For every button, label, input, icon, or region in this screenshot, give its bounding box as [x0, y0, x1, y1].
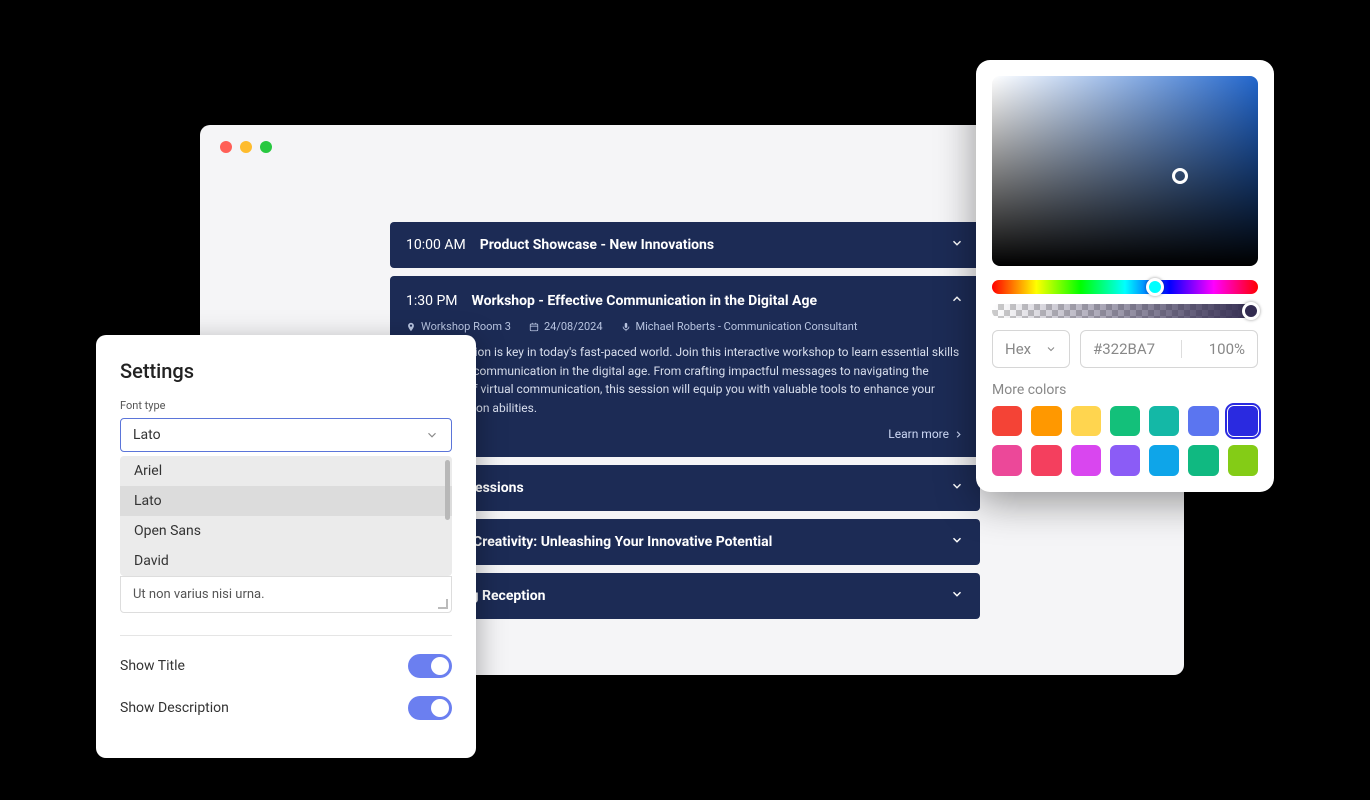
- color-gradient-area[interactable]: [992, 76, 1258, 266]
- alpha-slider[interactable]: [992, 304, 1258, 318]
- resize-handle-icon[interactable]: [438, 599, 448, 609]
- font-type-dropdown: Ariel Lato Open Sans David: [120, 456, 452, 576]
- window-minimize-button[interactable]: [240, 141, 252, 153]
- mic-icon: [621, 322, 631, 332]
- agenda-item[interactable]: 10:00 AM Product Showcase - New Innovati…: [390, 222, 980, 268]
- chevron-down-icon: [950, 587, 964, 605]
- show-description-toggle[interactable]: [408, 696, 452, 720]
- font-option[interactable]: Lato: [120, 486, 452, 516]
- agenda-item[interactable]: The Art of Creativity: Unleashing Your I…: [390, 519, 980, 565]
- hue-handle-icon[interactable]: [1146, 278, 1164, 296]
- gradient-cursor-icon[interactable]: [1172, 168, 1188, 184]
- agenda-time: 10:00 AM: [406, 237, 466, 253]
- chevron-down-icon: [1045, 343, 1057, 355]
- dropdown-scrollbar[interactable]: [445, 460, 450, 520]
- chevron-up-icon[interactable]: [950, 292, 964, 310]
- agenda-time: 1:30 PM: [406, 293, 458, 309]
- color-swatch[interactable]: [1031, 445, 1061, 475]
- color-swatch[interactable]: [1188, 406, 1218, 436]
- window-close-button[interactable]: [220, 141, 232, 153]
- color-swatch[interactable]: [1149, 445, 1179, 475]
- font-option[interactable]: David: [120, 546, 452, 576]
- color-picker-panel: Hex #322BA7 100% More colors: [976, 60, 1274, 492]
- color-value-input[interactable]: #322BA7 100%: [1080, 330, 1258, 368]
- color-swatch[interactable]: [1071, 406, 1101, 436]
- settings-heading: Settings: [120, 359, 452, 383]
- agenda-description: Communication is key in today's fast-pac…: [406, 343, 964, 417]
- divider: [120, 635, 452, 636]
- location-icon: [406, 322, 416, 332]
- chevron-down-icon: [950, 533, 964, 551]
- textarea-field[interactable]: Ut non varius nisi urna.: [120, 576, 452, 613]
- more-colors-label: More colors: [992, 382, 1258, 398]
- color-swatch[interactable]: [1110, 406, 1140, 436]
- agenda-meta: Workshop Room 3 24/08/2024 Michael Rober…: [406, 320, 964, 333]
- agenda-item[interactable]: Networking Reception: [390, 573, 980, 619]
- agenda-title: Networking Reception: [406, 588, 936, 604]
- agenda-title: Product Showcase - New Innovations: [480, 237, 936, 253]
- color-swatch[interactable]: [1031, 406, 1061, 436]
- window-maximize-button[interactable]: [260, 141, 272, 153]
- font-type-label: Font type: [120, 399, 452, 412]
- color-swatch[interactable]: [1188, 445, 1218, 475]
- color-swatches: [992, 406, 1258, 476]
- chevron-down-icon: [950, 479, 964, 497]
- color-format-select[interactable]: Hex: [992, 330, 1070, 368]
- color-swatch[interactable]: [1149, 406, 1179, 436]
- color-swatch[interactable]: [1110, 445, 1140, 475]
- chevron-down-icon: [425, 428, 439, 442]
- learn-more-link[interactable]: Learn more: [406, 427, 964, 441]
- color-swatch[interactable]: [1071, 445, 1101, 475]
- font-option[interactable]: Open Sans: [120, 516, 452, 546]
- agenda-list: 10:00 AM Product Showcase - New Innovati…: [390, 222, 980, 619]
- color-swatch[interactable]: [1228, 406, 1258, 436]
- calendar-icon: [529, 322, 539, 332]
- agenda-item[interactable]: Breakout Sessions: [390, 465, 980, 511]
- show-description-label: Show Description: [120, 700, 229, 716]
- agenda-title: The Art of Creativity: Unleashing Your I…: [406, 534, 936, 550]
- color-swatch[interactable]: [992, 406, 1022, 436]
- show-title-label: Show Title: [120, 658, 185, 674]
- font-option[interactable]: Ariel: [120, 456, 452, 486]
- settings-panel: Settings Font type Lato Ariel Lato Open …: [96, 335, 476, 758]
- agenda-title: Workshop - Effective Communication in th…: [472, 293, 936, 309]
- hue-slider[interactable]: [992, 280, 1258, 294]
- chevron-right-icon: [953, 429, 964, 440]
- alpha-handle-icon[interactable]: [1242, 302, 1260, 320]
- agenda-item-expanded: 1:30 PM Workshop - Effective Communicati…: [390, 276, 980, 457]
- color-swatch[interactable]: [992, 445, 1022, 475]
- show-title-toggle[interactable]: [408, 654, 452, 678]
- chevron-down-icon: [950, 236, 964, 254]
- font-type-select[interactable]: Lato: [120, 418, 452, 452]
- agenda-title: Breakout Sessions: [406, 480, 936, 496]
- color-swatch[interactable]: [1228, 445, 1258, 475]
